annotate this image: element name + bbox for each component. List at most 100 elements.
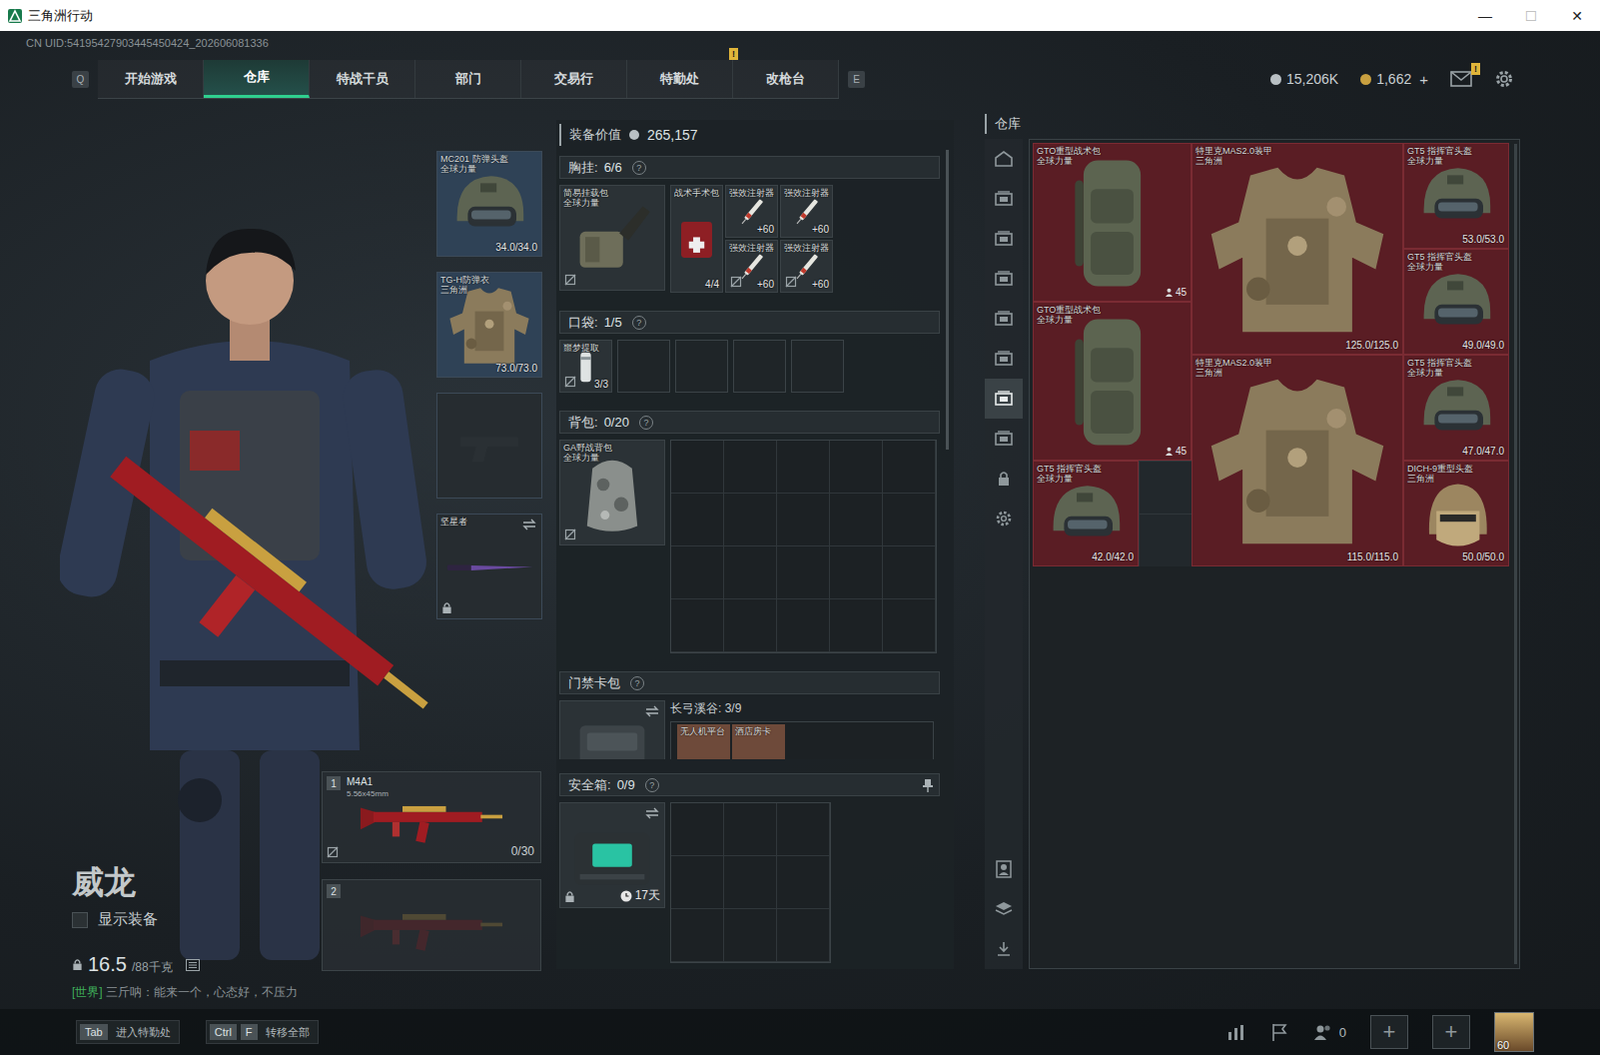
warehouse-page-button[interactable] [984, 178, 1023, 219]
inventory-item[interactable]: 强效注射器 +60 [780, 239, 833, 293]
empty-slot[interactable] [671, 855, 725, 909]
empty-slot[interactable] [724, 546, 778, 600]
warehouse-item[interactable]: 特里克MAS2.0装甲三角洲 115.0/115.0 [1191, 354, 1404, 567]
window-control-button[interactable]: — [1462, 0, 1509, 31]
stats-icon[interactable] [1225, 1021, 1246, 1042]
swap-icon[interactable] [521, 518, 538, 531]
empty-slot[interactable] [724, 599, 778, 653]
prev-tab-key[interactable]: Q [71, 70, 89, 88]
player-avatar[interactable]: 60 [1494, 1011, 1535, 1052]
scrollbar[interactable] [945, 149, 949, 450]
empty-slot[interactable] [777, 546, 830, 600]
show-gear-toggle[interactable]: 显示装备 [71, 909, 298, 929]
warehouse-page-button[interactable] [984, 458, 1023, 499]
warehouse-page-button[interactable] [984, 418, 1023, 459]
list-icon[interactable] [185, 958, 200, 971]
empty-slot[interactable] [882, 440, 936, 494]
empty-slot[interactable] [791, 339, 844, 393]
key-hint[interactable]: Tab 进入特勤处 [75, 1019, 180, 1044]
keycard[interactable]: 无人机平台 [677, 724, 731, 760]
next-tab-key[interactable]: E [847, 70, 865, 88]
warehouse-item[interactable]: DICH-9重型头盔三角洲 50.0/50.0 [1403, 460, 1510, 567]
inventory-item[interactable]: 噩梦提取 3/3 [559, 339, 613, 393]
empty-slot[interactable] [777, 440, 830, 494]
warehouse-page-button[interactable] [984, 378, 1023, 419]
empty-slot[interactable] [882, 493, 936, 547]
warehouse-item[interactable]: GTO重型战术包全球力量 45 [1032, 142, 1192, 302]
help-button[interactable]: ? [632, 160, 647, 175]
keycard[interactable]: 酒店房卡 [732, 724, 786, 760]
warehouse-page-button[interactable] [984, 498, 1023, 539]
empty-slot[interactable] [777, 855, 830, 909]
empty-slot[interactable] [671, 802, 725, 856]
invite-slot-button[interactable]: + [1370, 1014, 1409, 1049]
warehouse-tool-button[interactable] [984, 848, 1023, 889]
weapon-slot[interactable]: 1 M4A15.56x45mm 0/30 [321, 771, 542, 863]
empty-slot[interactable] [882, 599, 936, 653]
empty-slot[interactable] [671, 546, 725, 600]
main-tab[interactable]: 改枪台 [733, 59, 839, 98]
warehouse-page-button[interactable] [984, 218, 1023, 259]
warehouse-item[interactable]: GT5 指挥官头盔全球力量 49.0/49.0 [1403, 248, 1510, 355]
main-tab[interactable]: 部门 [415, 59, 522, 98]
helmet-slot[interactable]: MC201 防弹头盔全球力量 34.0/34.0 [436, 150, 543, 257]
empty-slot[interactable] [724, 440, 778, 494]
empty-slot[interactable] [617, 339, 671, 393]
scrollbar[interactable] [1514, 143, 1518, 964]
empty-slot[interactable] [724, 802, 778, 856]
settings-button[interactable] [1494, 68, 1515, 89]
invite-slot-button[interactable]: + [1432, 1014, 1471, 1049]
main-tab[interactable]: 特勤处 ! [627, 59, 734, 98]
warehouse-item[interactable]: GTO重型战术包全球力量 45 [1032, 301, 1192, 461]
main-tab[interactable]: 特战干员 [309, 59, 416, 98]
empty-slot[interactable] [777, 493, 830, 547]
add-currency-button[interactable]: + [1419, 70, 1429, 88]
empty-slot[interactable] [829, 599, 883, 653]
empty-slot[interactable] [777, 802, 830, 856]
empty-slot[interactable] [671, 908, 725, 962]
warehouse-page-button[interactable] [984, 338, 1023, 379]
main-tab[interactable]: 交易行 [521, 59, 628, 98]
empty-slot[interactable] [724, 908, 778, 962]
friends-button[interactable]: 0 [1313, 1021, 1347, 1042]
main-tab[interactable]: 仓库 [203, 59, 310, 98]
inventory-item[interactable]: 强效注射器 +60 [725, 239, 779, 293]
flag-icon[interactable] [1269, 1021, 1290, 1042]
empty-slot[interactable] [829, 546, 883, 600]
inventory-item[interactable]: 强效注射器 +60 [725, 184, 779, 238]
window-control-button[interactable]: ☐ [1508, 0, 1555, 31]
backpack-item[interactable]: GA野战背包全球力量 [559, 439, 666, 546]
inventory-item[interactable]: 战术手术包 4/4 [670, 184, 724, 293]
chest-rig-item[interactable]: 简易挂载包全球力量 [559, 184, 666, 291]
warehouse-tool-button[interactable] [984, 888, 1023, 929]
warehouse-page-button[interactable] [984, 138, 1023, 179]
warehouse-item[interactable]: GT5 指挥官头盔全球力量 53.0/53.0 [1403, 142, 1510, 249]
main-tab[interactable]: 开始游戏 [97, 59, 204, 98]
inventory-item[interactable]: 强效注射器 +60 [780, 184, 833, 238]
warehouse-page-button[interactable] [984, 258, 1023, 299]
empty-slot[interactable] [882, 546, 936, 600]
empty-slot[interactable] [671, 493, 725, 547]
help-button[interactable]: ? [632, 315, 647, 330]
help-button[interactable]: ? [639, 415, 654, 430]
checkbox[interactable] [71, 911, 88, 928]
warehouse-item[interactable]: 特里克MAS2.0装甲三角洲 125.0/125.0 [1191, 142, 1404, 355]
pin-icon[interactable] [922, 778, 933, 793]
help-button[interactable]: ? [630, 676, 645, 691]
swap-icon[interactable] [644, 806, 661, 819]
warehouse-item[interactable]: GT5 指挥官头盔全球力量 42.0/42.0 [1032, 460, 1139, 567]
empty-slot[interactable] [724, 855, 778, 909]
warehouse-item[interactable]: GT5 指挥官头盔全球力量 47.0/47.0 [1403, 354, 1510, 461]
empty-slot[interactable] [777, 599, 830, 653]
empty-slot[interactable] [777, 908, 830, 962]
empty-slot[interactable] [733, 339, 787, 393]
warehouse-page-button[interactable] [984, 298, 1023, 339]
key-hint[interactable]: CtrlF 转移全部 [205, 1019, 319, 1044]
swap-icon[interactable] [644, 705, 661, 718]
pistol-slot[interactable] [436, 392, 543, 499]
empty-slot[interactable] [829, 493, 883, 547]
window-control-button[interactable]: ✕ [1554, 0, 1600, 31]
weapon-slot[interactable]: 2 [321, 878, 542, 971]
empty-slot[interactable] [671, 599, 725, 653]
warehouse-tool-button[interactable] [984, 928, 1023, 969]
